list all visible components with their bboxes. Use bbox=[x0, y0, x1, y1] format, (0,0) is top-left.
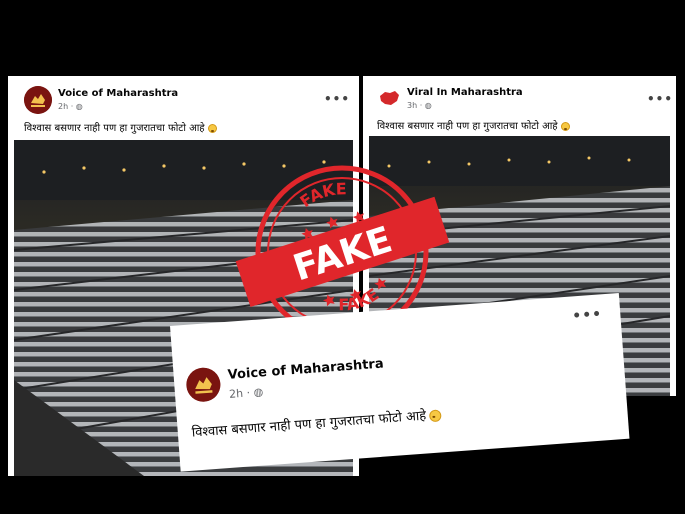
post-caption-text: विश्वास बसणार नाही पण हा गुजरातचा फोटो आ… bbox=[191, 408, 427, 441]
more-options-button[interactable]: ••• bbox=[324, 92, 350, 106]
avatar[interactable] bbox=[377, 86, 401, 110]
globe-icon: · ◍ bbox=[246, 385, 264, 400]
shocked-emoji-icon bbox=[207, 123, 217, 133]
avatar[interactable] bbox=[24, 86, 52, 114]
post-caption-text: विश्वास बसणार नाही पण हा गुजरातचा फोटो आ… bbox=[24, 123, 205, 134]
avatar-logo-icon bbox=[24, 86, 52, 114]
avatar-logo-icon bbox=[186, 367, 221, 402]
post-time: 3h · ◍ bbox=[407, 101, 432, 110]
more-options-button[interactable]: ••• bbox=[647, 92, 673, 106]
post-caption-text: विश्वास बसणार नाही पण हा गुजरातचा फोटो आ… bbox=[377, 121, 558, 132]
maharashtra-map-icon bbox=[380, 91, 399, 105]
post-time-text: 3h bbox=[407, 101, 418, 110]
post-time-text: 2h bbox=[58, 102, 69, 111]
post-author[interactable]: Viral In Maharashtra bbox=[407, 87, 523, 98]
globe-icon: · ◍ bbox=[70, 102, 83, 111]
post-author[interactable]: Voice of Maharashtra bbox=[58, 88, 178, 99]
post-time: 2h · ◍ bbox=[229, 385, 264, 400]
post-time: 2h · ◍ bbox=[58, 102, 83, 111]
shocked-emoji-icon bbox=[428, 408, 442, 422]
post-caption: विश्वास बसणार नाही पण हा गुजरातचा फोटो आ… bbox=[191, 404, 442, 441]
post-caption: विश्वास बसणार नाही पण हा गुजरातचा फोटो आ… bbox=[24, 120, 217, 134]
avatar[interactable] bbox=[185, 366, 222, 403]
post-caption: विश्वास बसणार नाही पण हा गुजरातचा फोटो आ… bbox=[377, 118, 570, 132]
more-options-button[interactable]: ••• bbox=[572, 306, 603, 324]
post-author[interactable]: Voice of Maharashtra bbox=[227, 356, 384, 382]
globe-icon: · ◍ bbox=[419, 101, 432, 110]
post-time-text: 2h bbox=[228, 386, 244, 401]
shocked-emoji-icon bbox=[560, 121, 570, 131]
